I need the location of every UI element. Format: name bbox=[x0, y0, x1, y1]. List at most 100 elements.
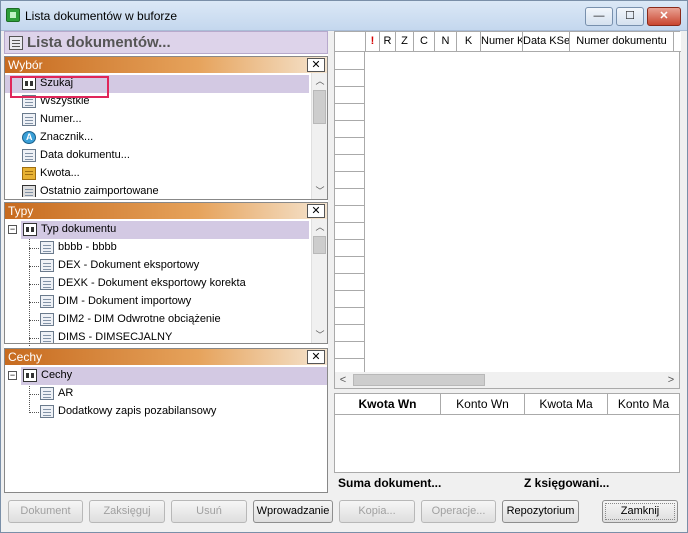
wybor-item-label: Znacznik... bbox=[40, 131, 94, 143]
cechy-root[interactable]: Cechy bbox=[21, 367, 327, 385]
grid-row-line bbox=[335, 239, 365, 240]
typy-root[interactable]: Typ dokumentu bbox=[21, 221, 309, 239]
typy-item-label: bbbb - bbbb bbox=[58, 241, 117, 253]
selection-highlight bbox=[10, 76, 109, 98]
cechy-close-button[interactable]: ✕ bbox=[307, 350, 325, 364]
suma-dokumentu-label: Suma dokument... bbox=[338, 476, 442, 490]
cechy-item-label: AR bbox=[58, 387, 74, 399]
grid-row-line bbox=[335, 188, 365, 189]
wybor-title: Wybór bbox=[5, 57, 327, 73]
list-icon bbox=[40, 313, 54, 326]
column-k[interactable]: K bbox=[457, 32, 481, 52]
collapse-icon[interactable]: − bbox=[8, 225, 17, 234]
column-data-kse[interactable]: Data KSe bbox=[523, 32, 570, 52]
scroll-left-icon[interactable]: < bbox=[335, 372, 351, 388]
operacje-button[interactable]: Operacje... bbox=[421, 500, 496, 523]
list-icon bbox=[40, 387, 54, 400]
grid-row-line bbox=[335, 358, 365, 359]
maximize-button[interactable]: ☐ bbox=[616, 7, 644, 26]
coins-icon bbox=[22, 167, 36, 180]
column-z[interactable]: Z bbox=[396, 32, 414, 52]
tree-line bbox=[29, 284, 39, 285]
column-konto-ma[interactable]: Konto Ma bbox=[608, 394, 679, 415]
totals-bar: Suma dokument... Z księgowani... bbox=[334, 476, 680, 492]
grid-row-line bbox=[335, 341, 365, 342]
left-panel: Lista dokumentów... Wybór ✕ Szukaj Wszys… bbox=[4, 31, 328, 493]
scroll-thumb[interactable] bbox=[313, 90, 326, 124]
collapse-icon[interactable]: − bbox=[8, 371, 17, 380]
grid-row-line bbox=[335, 171, 365, 172]
main-window: Lista dokumentów w buforze — ☐ ✕ Lista d… bbox=[0, 0, 688, 533]
typy-item[interactable]: DIM2 - DIM Odwrotne obciążenie bbox=[5, 311, 309, 329]
column-n[interactable]: N bbox=[435, 32, 457, 52]
wybor-item-kwota[interactable]: Kwota... bbox=[5, 165, 309, 183]
scroll-thumb[interactable] bbox=[313, 236, 326, 254]
typy-root-label: Typ dokumentu bbox=[41, 223, 117, 235]
grid-row-line bbox=[335, 86, 365, 87]
typy-item[interactable]: DIMS - DIMSECJALNY bbox=[5, 329, 309, 343]
scroll-down-icon[interactable]: ﹀ bbox=[312, 327, 328, 343]
scroll-down-icon[interactable]: ﹀ bbox=[312, 183, 328, 199]
zaksieguj-button[interactable]: Zaksięguj bbox=[89, 500, 165, 523]
grid-header: ! R Z C N K Numer K Data KSe Numer dokum… bbox=[335, 32, 681, 52]
typy-item-label: DEXK - Dokument eksportowy korekta bbox=[58, 277, 246, 289]
list-icon bbox=[40, 259, 54, 272]
grid-row-line bbox=[335, 137, 365, 138]
typy-item[interactable]: DIM - Dokument importowy bbox=[5, 293, 309, 311]
typy-item[interactable]: bbbb - bbbb bbox=[5, 239, 309, 257]
grid-row-line bbox=[335, 69, 365, 70]
scroll-up-icon[interactable]: ︿ bbox=[312, 219, 328, 235]
column-exclamation[interactable]: ! bbox=[366, 32, 380, 52]
typy-close-button[interactable]: ✕ bbox=[307, 204, 325, 218]
wybor-item-znacznik[interactable]: Znacznik... bbox=[5, 129, 309, 147]
wprowadzanie-button[interactable]: Wprowadzanie bbox=[253, 500, 333, 523]
typy-scrollbar[interactable]: ︿ ﹀ bbox=[311, 219, 327, 343]
minimize-button[interactable]: — bbox=[585, 7, 613, 26]
column-konto-wn[interactable]: Konto Wn bbox=[441, 394, 525, 415]
scroll-thumb[interactable] bbox=[353, 374, 485, 386]
typy-item-label: DIM2 - DIM Odwrotne obciążenie bbox=[58, 313, 221, 325]
zamknij-button[interactable]: Zamknij bbox=[602, 500, 678, 523]
grid-row-line bbox=[335, 290, 365, 291]
repozytorium-button[interactable]: Repozytorium bbox=[502, 500, 579, 523]
scroll-right-icon[interactable]: > bbox=[663, 372, 679, 388]
column-r[interactable]: R bbox=[380, 32, 396, 52]
dokument-button[interactable]: Dokument bbox=[8, 500, 83, 523]
tree-line bbox=[29, 338, 39, 339]
cechy-item[interactable]: Dodatkowy zapis pozabilansowy bbox=[5, 403, 309, 421]
wybor-item-label: Ostatnio zaimportowane bbox=[40, 185, 159, 197]
list-icon bbox=[40, 277, 54, 290]
column-numer-dokumentu[interactable]: Numer dokumentu bbox=[570, 32, 674, 52]
typy-item-label: DIMS - DIMSECJALNY bbox=[58, 331, 173, 343]
tree-line bbox=[29, 248, 39, 249]
wybor-close-button[interactable]: ✕ bbox=[307, 58, 325, 72]
grid-row-line bbox=[335, 103, 365, 104]
kopia-button[interactable]: Kopia... bbox=[339, 500, 415, 523]
import-icon bbox=[22, 185, 36, 197]
grid-row-line bbox=[335, 273, 365, 274]
grid-corner bbox=[335, 32, 366, 52]
wybor-item-ostatnio[interactable]: Ostatnio zaimportowane bbox=[5, 183, 309, 197]
wybor-item-numer[interactable]: Numer... bbox=[5, 111, 309, 129]
close-window-button[interactable]: ✕ bbox=[647, 7, 681, 26]
typy-title: Typy bbox=[5, 203, 327, 219]
column-c[interactable]: C bbox=[414, 32, 435, 52]
column-kwota-wn[interactable]: Kwota Wn bbox=[335, 394, 441, 415]
column-kwota-ma[interactable]: Kwota Ma bbox=[525, 394, 608, 415]
cechy-item[interactable]: AR bbox=[5, 385, 309, 403]
typy-item-label: DEX - Dokument eksportowy bbox=[58, 259, 200, 271]
grid-row-line bbox=[335, 307, 365, 308]
typy-item[interactable]: DEX - Dokument eksportowy bbox=[5, 257, 309, 275]
typy-item-label: DIM - Dokument importowy bbox=[58, 295, 192, 307]
cechy-title: Cechy bbox=[5, 349, 327, 365]
decree-grid[interactable]: Kwota Wn Konto Wn Kwota Ma Konto Ma bbox=[334, 393, 680, 473]
wybor-item-data[interactable]: Data dokumentu... bbox=[5, 147, 309, 165]
wybor-scrollbar[interactable]: ︿ ﹀ bbox=[311, 73, 327, 199]
column-numer-k[interactable]: Numer K bbox=[481, 32, 523, 52]
document-grid[interactable]: ! R Z C N K Numer K Data KSe Numer dokum… bbox=[334, 31, 681, 389]
usun-button[interactable]: Usuń bbox=[171, 500, 247, 523]
grid-horizontal-scrollbar[interactable]: < > bbox=[335, 372, 679, 388]
grid-row-line bbox=[335, 256, 365, 257]
typy-item[interactable]: DEXK - Dokument eksportowy korekta bbox=[5, 275, 309, 293]
scroll-up-icon[interactable]: ︿ bbox=[312, 73, 328, 89]
